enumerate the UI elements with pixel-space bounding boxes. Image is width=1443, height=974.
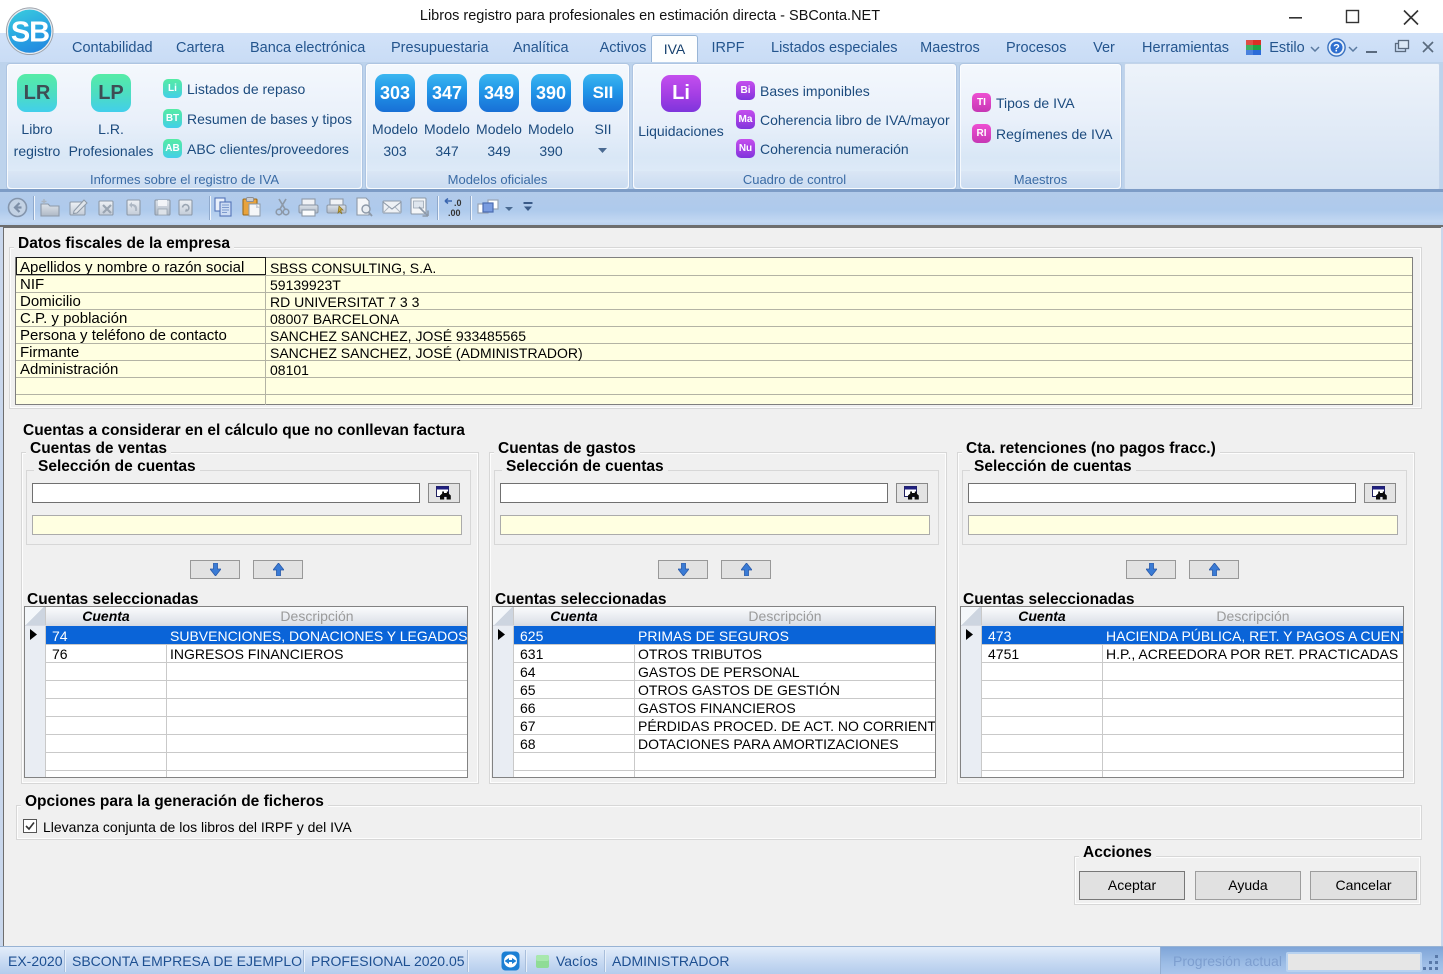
svg-text:?: ? [1333, 42, 1340, 54]
svg-text:SB: SB [11, 17, 49, 49]
svg-text:.00: .00 [448, 208, 461, 218]
svg-text:.0: .0 [454, 198, 462, 208]
